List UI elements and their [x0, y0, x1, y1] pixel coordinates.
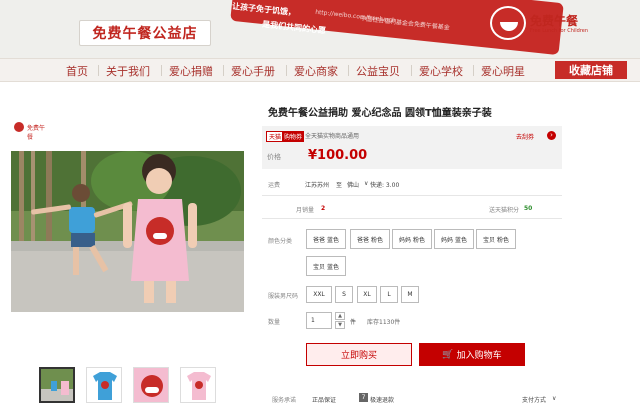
refund-badge-icon: 7: [359, 393, 368, 402]
service-genuine: 正品保证: [312, 397, 337, 404]
coupon-badge: 购物券: [282, 131, 305, 142]
points-value: 50: [524, 205, 533, 212]
thumbnail-logo[interactable]: [133, 367, 169, 403]
price-value: ¥100.00: [308, 148, 368, 163]
price-label: 价格: [267, 153, 281, 161]
color-option[interactable]: 宝贝 粉色: [476, 229, 516, 249]
nav-schools[interactable]: 爱心学校: [419, 63, 463, 79]
size-label: 服装男尺码: [268, 293, 299, 300]
quantity-value: 1: [311, 317, 315, 324]
nav-merchants[interactable]: 爱心商家: [294, 63, 338, 79]
price-panel: 天猫 购物券 全天猫实物商品通用 去刮券 › 价格 ¥100.00: [262, 126, 562, 169]
product-main-image[interactable]: [11, 151, 244, 312]
chevron-down-icon[interactable]: ∨: [364, 180, 368, 187]
size-option[interactable]: XXL: [306, 286, 332, 303]
nav-divider: [473, 65, 474, 76]
chevron-down-icon[interactable]: ∨: [552, 395, 556, 402]
shipping-method: 快递: 3.00: [370, 182, 400, 189]
size-option[interactable]: XL: [357, 286, 377, 303]
thumbnail-pink-tshirt[interactable]: [180, 367, 216, 403]
nav-handbook[interactable]: 爱心手册: [231, 63, 275, 79]
thumbnail-photo[interactable]: [39, 367, 75, 403]
color-option[interactable]: 宝贝 蓝色: [306, 256, 346, 276]
shipping-from: 江苏苏州: [305, 182, 330, 189]
quantity-label: 数量: [268, 319, 281, 326]
sales-label: 月销量: [296, 207, 315, 214]
product-title: 免费午餐公益捐助 爱心纪念品 圆领T恤童装亲子装: [268, 108, 492, 119]
add-to-cart-button[interactable]: 🛒 加入购物车: [419, 343, 525, 366]
decrease-icon[interactable]: ▼: [335, 321, 345, 329]
add-to-cart-label: 加入购物车: [456, 351, 502, 361]
coupon-link[interactable]: 去刮券: [516, 132, 534, 141]
thumbnail-blue-tshirt[interactable]: [86, 367, 122, 403]
chevron-right-icon[interactable]: ›: [547, 131, 556, 140]
brand-logo-icon: [490, 6, 526, 40]
nav-divider: [161, 65, 162, 76]
color-option[interactable]: 妈妈 粉色: [392, 229, 432, 249]
nav-divider: [348, 65, 349, 76]
payment-label[interactable]: 支付方式: [522, 395, 546, 404]
mini-brand-logo: 免费午餐: [14, 120, 50, 141]
mini-logo-text: 免费午餐: [27, 125, 46, 141]
coupon-text: 全天猫实物商品通用: [305, 133, 360, 140]
nav-divider: [223, 65, 224, 76]
divider: [262, 218, 562, 219]
nav-charity-items[interactable]: 公益宝贝: [356, 63, 400, 79]
cart-icon: 🛒: [442, 349, 454, 360]
shipping-destination[interactable]: 佛山: [347, 180, 359, 189]
shop-name[interactable]: 免费午餐公益店: [79, 20, 211, 46]
nav-divider: [411, 65, 412, 76]
store-banner: 免费午餐公益店 让孩子免于饥饿， 是我们共同的心愿 http://weibo.c…: [0, 0, 640, 58]
color-option[interactable]: 妈妈 蓝色: [434, 229, 474, 249]
nav-divider: [286, 65, 287, 76]
size-option[interactable]: M: [401, 286, 419, 303]
shipping-label: 运费: [268, 182, 281, 189]
size-option[interactable]: S: [335, 286, 353, 303]
increase-icon[interactable]: ▲: [335, 312, 345, 320]
nav-home[interactable]: 首页: [66, 63, 88, 79]
sales-value: 2: [321, 205, 326, 212]
service-refund: 极速退款: [370, 397, 395, 404]
brand-name: 免费午餐: [530, 14, 579, 28]
nav-divider: [98, 65, 99, 76]
shipping-to-word: 至: [336, 182, 343, 189]
quantity-input[interactable]: 1: [306, 312, 332, 329]
nav-stars[interactable]: 爱心明星: [481, 63, 525, 79]
quantity-unit: 件: [350, 319, 357, 326]
stock-text: 库存1130件: [367, 319, 401, 326]
divider: [262, 195, 562, 196]
size-option[interactable]: L: [380, 286, 398, 303]
nav-about[interactable]: 关于我们: [106, 63, 150, 79]
brand-subtitle: Free Lunch for Children: [530, 28, 589, 34]
color-option[interactable]: 爸爸 蓝色: [306, 229, 346, 249]
logo-icon: [14, 122, 24, 132]
buy-now-button[interactable]: 立即购买: [306, 343, 412, 366]
points-label: 送天猫积分: [489, 207, 520, 214]
favorite-shop-button[interactable]: 收藏店铺: [555, 61, 627, 79]
store-nav: 首页 关于我们 爱心捐赠 爱心手册 爱心商家 公益宝贝 爱心学校 爱心明星 收藏…: [0, 58, 640, 82]
service-label: 服务承诺: [272, 397, 297, 404]
color-option[interactable]: 爸爸 粉色: [350, 229, 390, 249]
nav-donate[interactable]: 爱心捐赠: [169, 63, 213, 79]
color-label: 颜色分类: [268, 238, 293, 245]
